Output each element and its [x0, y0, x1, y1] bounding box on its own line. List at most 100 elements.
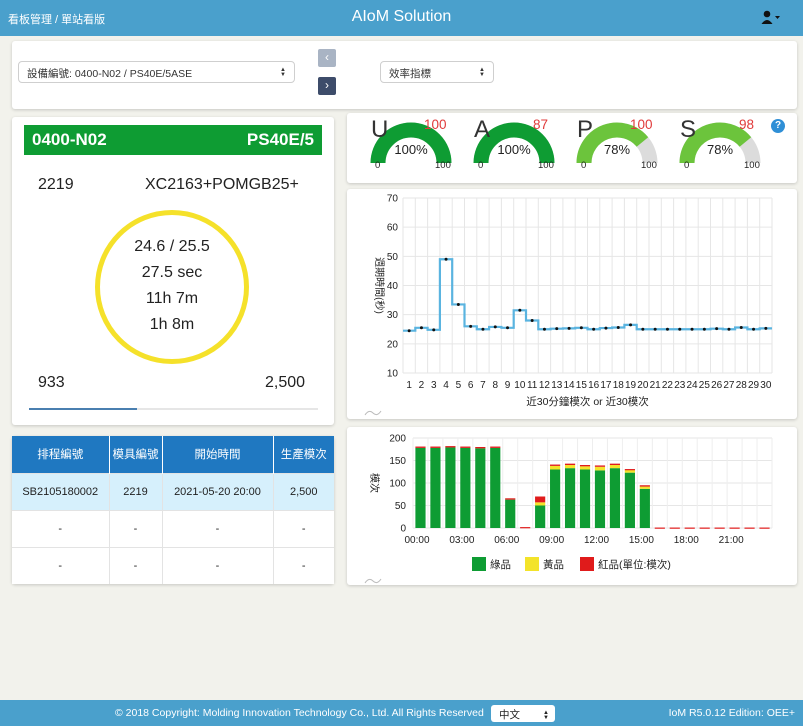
table-row[interactable]: - - - -: [12, 546, 334, 584]
count-done: 933: [38, 374, 65, 391]
col-shots: 生產模次: [273, 436, 334, 473]
x-tick-label: 15: [576, 380, 588, 391]
x-tick-label: 25: [699, 380, 711, 391]
bar-segment: [594, 470, 606, 528]
data-point: [739, 326, 743, 329]
x-tick-label: 21:00: [719, 535, 744, 546]
next-button[interactable]: ›: [318, 77, 336, 95]
cell: 2,500: [273, 472, 334, 510]
metric-select[interactable]: 效率指標 ▲ ▼: [380, 61, 494, 83]
caret-icon: ▲ ▼: [479, 67, 485, 78]
device-select-value: 設備編號: 0400-N02 / PS40E/5ASE: [27, 68, 193, 80]
col-mold-id: 模具編號: [109, 436, 163, 473]
progress-fill: [29, 408, 137, 410]
user-icon[interactable]: [761, 9, 781, 27]
x-tick-label: 03:00: [449, 535, 474, 546]
data-point: [407, 329, 411, 333]
legend-swatch: [525, 557, 539, 571]
bar-segment: [654, 527, 665, 529]
gauge-max: 100: [641, 160, 657, 171]
col-start-time: 開始時間: [162, 436, 274, 473]
gauge-max: 100: [744, 160, 760, 171]
gauge-max: 100: [538, 160, 554, 171]
bar-segment: [550, 469, 561, 528]
cycle-time: 27.5 sec: [141, 264, 203, 281]
legend-swatch: [472, 557, 486, 571]
bar-segment: [430, 447, 441, 528]
machine-header: 0400-N02 PS40E/5: [24, 125, 322, 155]
data-point: [653, 327, 657, 331]
bar-segment: [744, 527, 755, 529]
data-point: [641, 327, 645, 331]
x-tick-label: 14: [563, 380, 575, 391]
x-tick-label: 19: [625, 380, 637, 391]
bar-segment: [579, 466, 591, 470]
gauge-target: 100: [630, 117, 653, 132]
bar-segment: [490, 447, 501, 528]
product-code: XC2163+POMGB25+: [145, 176, 299, 193]
machine-id: 0400-N02: [32, 130, 107, 149]
x-tick-label: 18:00: [674, 535, 699, 546]
cycle-ring: [95, 210, 249, 364]
data-point: [456, 302, 460, 306]
cell: -: [273, 509, 334, 547]
data-point: [604, 326, 608, 330]
bar-segment: [624, 472, 635, 528]
x-tick-label: 8: [492, 380, 498, 391]
language-select[interactable]: 中文 ▲ ▼: [491, 705, 555, 722]
cell: -: [12, 546, 110, 584]
data-point: [419, 326, 423, 330]
sparkline-icon: [364, 410, 382, 416]
gauge-letter: P: [577, 116, 594, 143]
chevron-left-icon: ‹: [325, 50, 329, 64]
bar-segment: [729, 527, 740, 529]
legend-label: 紅品(單位:模次): [598, 558, 671, 571]
bar-segment: [759, 527, 770, 529]
gauge-min: 0: [581, 160, 587, 171]
data-point: [542, 327, 546, 331]
y-tick-label: 40: [387, 281, 399, 292]
schedule-table: 排程編號 模具編號 開始時間 生產模次 SB2105180002 2219 20…: [12, 436, 334, 584]
x-tick-label: 7: [480, 380, 486, 391]
bar-segment: [579, 469, 591, 528]
legend-swatch: [580, 557, 594, 571]
language-value: 中文: [499, 709, 520, 721]
cycle-ratio: 24.6 / 25.5: [134, 238, 210, 255]
bar-segment: [594, 465, 606, 467]
bar-segment: [490, 446, 501, 448]
cell: 2219: [109, 472, 163, 510]
x-tick-label: 00:00: [404, 535, 429, 546]
x-tick-label: 28: [736, 380, 748, 391]
caret-icon: ▲ ▼: [543, 710, 549, 721]
bar-segment: [535, 502, 546, 506]
x-tick-label: 1: [406, 380, 412, 391]
gauge-target: 87: [533, 117, 549, 132]
legend-label: 黃品: [543, 558, 564, 571]
help-icon[interactable]: ?: [771, 119, 785, 133]
data-point: [567, 326, 571, 330]
device-select[interactable]: 設備編號: 0400-N02 / PS40E/5ASE ▲ ▼: [18, 61, 295, 83]
x-tick-label: 29: [748, 380, 760, 391]
data-point: [506, 326, 510, 330]
top-bar: 看板管理 / 單站看版 AIoM Solution: [0, 0, 803, 36]
bar-segment: [415, 446, 426, 448]
table-row[interactable]: - - - -: [12, 509, 334, 547]
cell: -: [273, 546, 334, 584]
x-tick-label: 27: [723, 380, 735, 391]
x-tick-label: 3: [431, 380, 437, 391]
bar-segment: [624, 469, 635, 473]
bar-segment: [415, 447, 426, 528]
data-point: [579, 326, 583, 330]
bar-segment: [550, 464, 561, 466]
gauge-max: 100: [435, 160, 451, 171]
y-tick-label: 50: [395, 501, 407, 512]
bar-segment: [475, 448, 486, 528]
gauge-value: 100%: [394, 142, 428, 157]
bar-segment: [564, 463, 576, 465]
bar-segment: [564, 465, 576, 469]
prev-button[interactable]: ‹: [318, 49, 336, 67]
data-point: [629, 323, 633, 327]
table-row[interactable]: SB2105180002 2219 2021-05-20 20:00 2,500: [12, 472, 334, 510]
gauge-min: 0: [375, 160, 381, 171]
data-point: [702, 327, 706, 331]
